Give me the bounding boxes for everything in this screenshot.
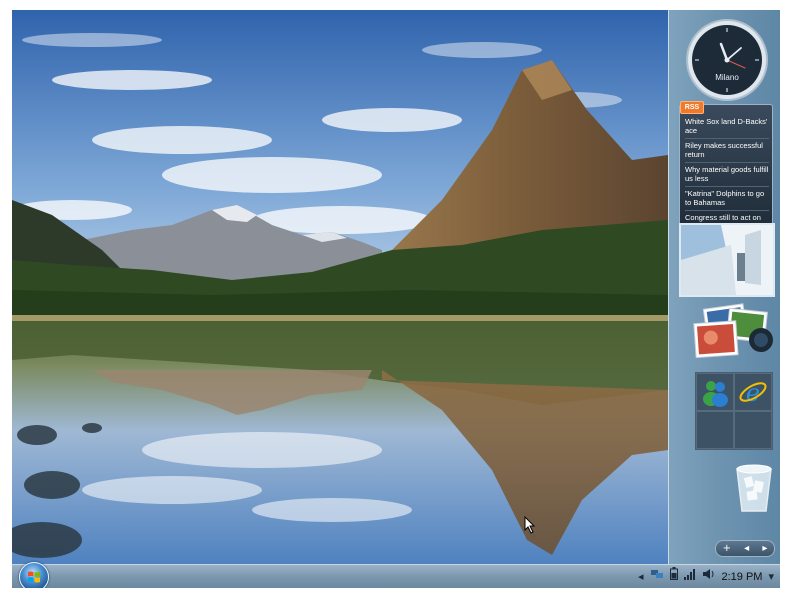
headline-item[interactable]: Why material goods fulfill us less xyxy=(685,163,769,187)
windows-sidebar: Milano RSS White Sox land D-Backs' ace R… xyxy=(668,10,780,564)
photo-collage-icon[interactable] xyxy=(689,300,775,368)
desktop-wallpaper[interactable] xyxy=(12,10,668,564)
chevron-left-icon[interactable]: ◂ xyxy=(638,565,644,588)
empty-slot xyxy=(696,411,734,449)
system-tray: ◂ 2:19 PM ▾ xyxy=(638,565,774,588)
add-gadget-button[interactable]: + xyxy=(723,541,731,556)
messenger-icon[interactable] xyxy=(696,373,734,411)
headline-item[interactable]: White Sox land D-Backs' ace xyxy=(685,115,769,139)
headline-item[interactable]: "Katrina" Dolphins to go to Bahamas xyxy=(685,187,769,211)
headline-item[interactable]: Riley makes successful return xyxy=(685,139,769,163)
start-button[interactable] xyxy=(19,562,49,588)
battery-icon[interactable] xyxy=(669,565,678,588)
signal-icon[interactable] xyxy=(683,565,696,588)
mouse-pointer-icon xyxy=(524,515,536,538)
clock-gadget[interactable]: Milano xyxy=(685,18,769,102)
network-icon[interactable] xyxy=(650,565,664,588)
recycle-bin-icon[interactable] xyxy=(733,463,775,515)
mountain-lake-landscape xyxy=(12,10,668,564)
sidebar-controls: + ◂ ▸ xyxy=(715,540,775,557)
desktop-screen: Milano RSS White Sox land D-Backs' ace R… xyxy=(12,10,780,588)
clock-city-label: Milano xyxy=(715,73,739,82)
next-page-button[interactable]: ▸ xyxy=(762,541,767,556)
feed-headlines-gadget[interactable]: RSS White Sox land D-Backs' ace Riley ma… xyxy=(679,101,773,234)
empty-slot xyxy=(734,411,772,449)
slideshow-gadget[interactable] xyxy=(679,223,775,297)
analog-clock-face xyxy=(686,19,768,101)
volume-icon[interactable] xyxy=(702,565,716,588)
rss-badge: RSS xyxy=(680,101,704,114)
slideshow-image xyxy=(681,225,773,295)
headline-list: White Sox land D-Backs' ace Riley makes … xyxy=(685,115,769,234)
quick-launch-grid[interactable]: e xyxy=(695,372,773,450)
windows-logo-icon xyxy=(28,571,40,583)
internet-explorer-icon[interactable]: e xyxy=(734,373,772,411)
chevron-down-icon[interactable]: ▾ xyxy=(768,565,774,588)
taskbar-clock[interactable]: 2:19 PM xyxy=(722,565,763,588)
taskbar: ◂ 2:19 PM ▾ xyxy=(12,562,780,588)
previous-page-button[interactable]: ◂ xyxy=(744,541,749,556)
